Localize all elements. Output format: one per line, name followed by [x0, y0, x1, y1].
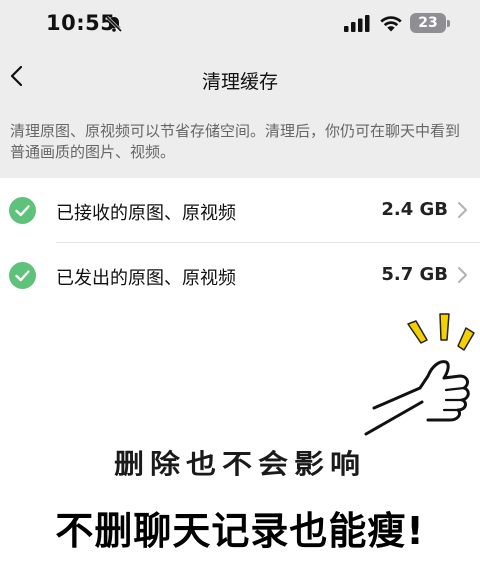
stylized-text: 删除也不会影响: [114, 449, 366, 481]
page-title: 清理缓存: [201, 71, 278, 93]
list-item-size: 2.4 GB: [381, 199, 448, 220]
chevron-right-icon: [458, 267, 467, 283]
wifi-icon: [380, 16, 402, 32]
cache-list: 已接收的原图、原视频 2.4 GB 已发出的原图、原视频 5.7 GB: [0, 178, 480, 308]
list-item-received[interactable]: 已接收的原图、原视频 2.4 GB: [0, 178, 480, 243]
list-item-sent[interactable]: 已发出的原图、原视频 5.7 GB: [0, 243, 480, 308]
app-screen: 10:55 23 清理缓存 清理原图、原视频可以节省存储空间。清理后，你仍可在聊…: [0, 0, 480, 308]
battery-nub: [447, 20, 450, 27]
status-bar: 10:55 23: [0, 0, 480, 50]
chevron-right-icon: [458, 202, 467, 218]
thumbs-up-icon: [364, 360, 470, 436]
battery-icon: 23: [410, 13, 446, 33]
signal-icon: [344, 15, 370, 32]
nav-bar: 清理缓存: [0, 50, 480, 106]
check-circle-icon[interactable]: [9, 262, 36, 289]
caption-text: 不删聊天记录也能瘦!: [55, 509, 425, 553]
list-item-label: 已发出的原图、原视频: [56, 268, 236, 289]
description-text: 清理原图、原视频可以节省存储空间。清理后，你仍可在聊天中看到普通画质的图片、视频…: [10, 122, 461, 161]
list-item-size: 5.7 GB: [381, 264, 448, 285]
check-circle-icon[interactable]: [9, 197, 36, 224]
bell-slash-icon: [105, 15, 123, 33]
list-item-label: 已接收的原图、原视频: [56, 203, 236, 224]
